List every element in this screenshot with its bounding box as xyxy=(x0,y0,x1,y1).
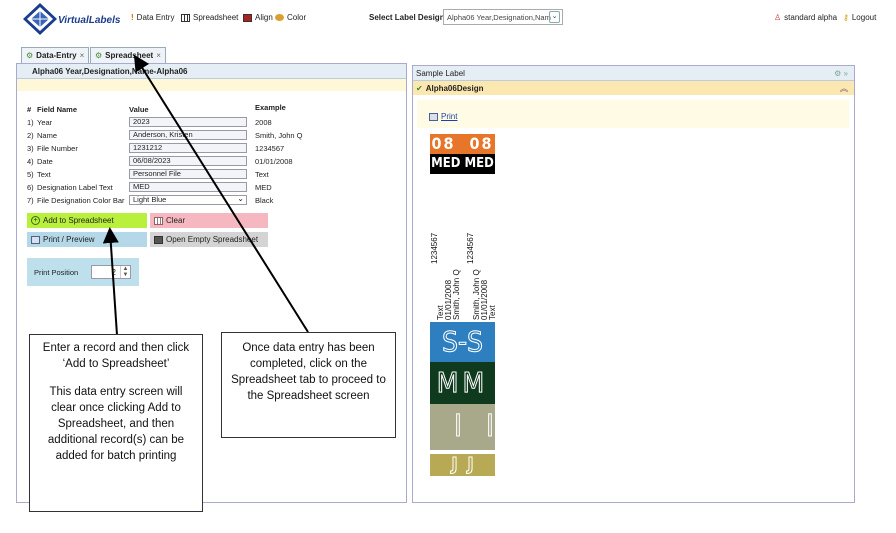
arrow-to-add-button xyxy=(102,227,119,336)
print-strip: Print xyxy=(417,100,849,128)
label-letter-m-right: M xyxy=(462,366,489,400)
label-j-block: JJ xyxy=(430,454,495,476)
label-year-right: 08 xyxy=(469,134,494,153)
label-year-block: 08 08 xyxy=(430,134,495,154)
label-text-right: Text xyxy=(488,305,497,320)
label-vertical-text: 1234567 1234567 Text 01/01/2008 Smith, J… xyxy=(426,216,497,322)
label-dash: - xyxy=(457,325,468,359)
label-letter-s-left: S xyxy=(441,325,458,359)
label-designation-block: MED MED xyxy=(430,154,495,174)
label-letter-i-right: I xyxy=(485,409,518,445)
label-file-number-left: 1234567 xyxy=(430,232,439,264)
label-letter-m-left: M xyxy=(436,366,463,400)
left-callout-text-1: Enter a record and then click ‘Add to Sp… xyxy=(42,342,190,370)
printer-icon xyxy=(429,112,438,121)
label-i-block: II xyxy=(430,404,495,450)
collapse-icon[interactable]: ⚙ » xyxy=(834,69,848,78)
arrow-to-spreadsheet-tab xyxy=(133,54,309,333)
label-letter-j-right: J xyxy=(467,454,484,476)
checkmark-icon: ✔ xyxy=(416,83,423,93)
design-name: Alpha06Design xyxy=(425,83,484,93)
label-file-number-right: 1234567 xyxy=(466,232,475,264)
label-designation-right: MED xyxy=(464,156,494,171)
sample-label-title: Sample Label xyxy=(416,69,465,78)
label-year-left: 08 xyxy=(431,134,456,153)
sample-label-panel: Sample Label ⚙ » ✔ Alpha06Design ︽ Print… xyxy=(412,65,855,503)
label-s-block: S-S xyxy=(430,322,495,362)
print-link[interactable]: Print xyxy=(429,112,457,121)
label-letter-i-left: I xyxy=(454,409,486,445)
design-subheader: ✔ Alpha06Design ︽ xyxy=(413,81,854,95)
left-callout-text-2: This data entry screen will clear once c… xyxy=(47,386,185,462)
label-letter-j-left: J xyxy=(451,454,468,476)
label-m-block: MM xyxy=(430,362,495,404)
right-callout-text: Once data entry has been completed, clic… xyxy=(231,342,386,402)
right-callout: Once data entry has been completed, clic… xyxy=(221,332,396,438)
label-letter-s-right: S xyxy=(467,325,484,359)
label-name-left: Smith, John Q xyxy=(452,269,461,320)
label-designation-left: MED xyxy=(431,156,461,171)
chevron-up-icon[interactable]: ︽ xyxy=(840,83,848,94)
left-callout: Enter a record and then click ‘Add to Sp… xyxy=(29,334,203,512)
sample-label-header: Sample Label ⚙ » xyxy=(413,66,854,81)
print-link-label: Print xyxy=(441,112,458,121)
